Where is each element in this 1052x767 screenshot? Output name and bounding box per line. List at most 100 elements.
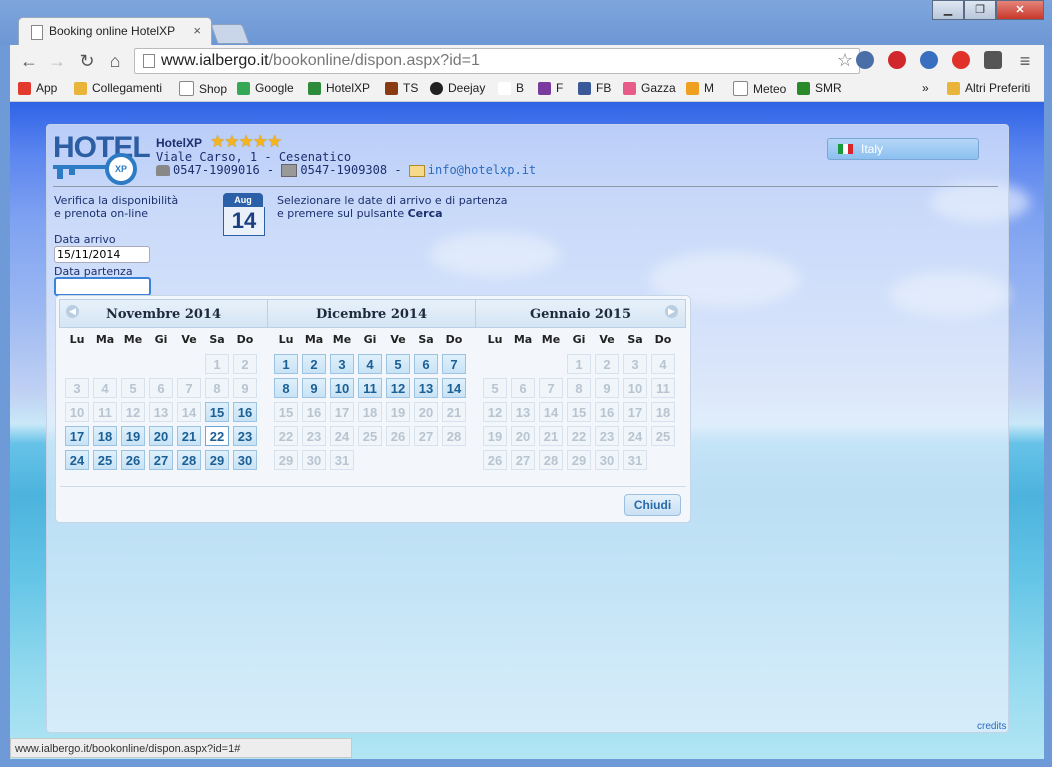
- calendar-day: 14: [539, 402, 563, 422]
- calendar-day: 18: [358, 402, 382, 422]
- calendar-day[interactable]: 25: [93, 450, 117, 470]
- calendar-day[interactable]: 3: [330, 354, 354, 374]
- credits-link[interactable]: credits: [977, 721, 1006, 732]
- bookmark-deejay[interactable]: Deejay: [430, 81, 485, 95]
- pocket-extension-icon[interactable]: [984, 51, 1002, 69]
- calendar-day[interactable]: 1: [274, 354, 298, 374]
- minimize-button[interactable]: ▁: [932, 0, 964, 20]
- bookmark-collegamenti[interactable]: Collegamenti: [74, 81, 162, 95]
- calendar-day[interactable]: 19: [121, 426, 145, 446]
- bookmark-shop[interactable]: Shop: [179, 81, 227, 96]
- calendar-day: 28: [539, 450, 563, 470]
- next-month-icon[interactable]: ▶: [665, 305, 678, 318]
- back-button[interactable]: ←: [18, 51, 40, 71]
- calendar-day[interactable]: 23: [233, 426, 257, 446]
- departure-date-input[interactable]: [54, 277, 151, 296]
- menu-icon[interactable]: ≡: [1014, 51, 1036, 71]
- bookmark-f[interactable]: F: [538, 81, 563, 95]
- instructions-line2-text: e premere sul pulsante: [277, 207, 408, 220]
- bookmark-label: Shop: [199, 81, 228, 96]
- bookmark-meteo[interactable]: Meteo: [733, 81, 786, 96]
- bookmark-star-icon[interactable]: ☆: [837, 50, 853, 71]
- separator: -: [387, 163, 409, 177]
- download-extension-icon[interactable]: [952, 51, 970, 69]
- calendar-day[interactable]: 26: [121, 450, 145, 470]
- calendar-day: 28: [442, 426, 466, 446]
- prev-month-icon[interactable]: ◀: [66, 305, 79, 318]
- calendar-day[interactable]: 5: [386, 354, 410, 374]
- calendar-day[interactable]: 20: [149, 426, 173, 446]
- maximize-button[interactable]: ❐: [964, 0, 996, 20]
- calendar-day[interactable]: 12: [386, 378, 410, 398]
- tab-close-icon[interactable]: ×: [193, 23, 201, 38]
- share-extension-icon[interactable]: [920, 51, 938, 69]
- email-link[interactable]: info@hotelxp.it: [428, 163, 536, 177]
- calendar-day[interactable]: 8: [274, 378, 298, 398]
- calendar-day[interactable]: 10: [330, 378, 354, 398]
- calendar-day[interactable]: 2: [302, 354, 326, 374]
- calendar-day[interactable]: 14: [442, 378, 466, 398]
- hotel-name: HotelXP: [156, 136, 203, 150]
- calendar-day[interactable]: 18: [93, 426, 117, 446]
- calendar-day[interactable]: 24: [65, 450, 89, 470]
- calendar-icon-day: 14: [223, 207, 265, 236]
- bookmark-fb[interactable]: FB: [578, 81, 611, 95]
- new-tab-button[interactable]: [210, 24, 250, 44]
- other-bookmarks[interactable]: Altri Preferiti: [947, 81, 1030, 95]
- calendar-day[interactable]: 17: [65, 426, 89, 446]
- calendar-day[interactable]: 29: [205, 450, 229, 470]
- bookmark-b[interactable]: B: [498, 81, 524, 95]
- stop-extension-icon[interactable]: [888, 51, 906, 69]
- bookmark-m[interactable]: M: [686, 81, 714, 95]
- calendar-day[interactable]: 16: [233, 402, 257, 422]
- weekday-header: Ma: [304, 333, 324, 346]
- close-window-button[interactable]: ✕: [996, 0, 1044, 20]
- instructions-cerca: Cerca: [407, 207, 443, 220]
- weekday-header: Ve: [390, 333, 406, 346]
- phone-number: 0547-1909016: [173, 163, 260, 177]
- close-datepicker-button[interactable]: Chiudi: [624, 494, 681, 516]
- google-drive-icon: [237, 81, 250, 95]
- bookmark-gazza[interactable]: Gazza: [623, 81, 676, 95]
- folder-icon: [947, 81, 960, 95]
- address-bar[interactable]: www.ialbergo.it/bookonline/dispon.aspx?i…: [134, 48, 860, 74]
- reload-button[interactable]: ↻: [76, 51, 98, 71]
- bookmark-app[interactable]: App: [18, 81, 57, 95]
- calendar-day: 5: [121, 378, 145, 398]
- calendar-day[interactable]: 27: [149, 450, 173, 470]
- bookmarks-more-button[interactable]: »: [922, 81, 929, 95]
- blank-icon: [498, 81, 511, 95]
- language-selector[interactable]: Italy: [827, 138, 979, 160]
- bookmark-smr[interactable]: SMR: [797, 81, 842, 95]
- hotel-logo: HOTEL: [53, 131, 151, 164]
- forward-button[interactable]: →: [46, 51, 68, 71]
- calendar-day: 24: [330, 426, 354, 446]
- calendar-day[interactable]: 13: [414, 378, 438, 398]
- calendar-day[interactable]: 7: [442, 354, 466, 374]
- url-text[interactable]: www.ialbergo.it/bookonline/dispon.aspx?i…: [161, 52, 480, 70]
- calendar-day[interactable]: 30: [233, 450, 257, 470]
- calendar-day[interactable]: 15: [205, 402, 229, 422]
- calendar-day[interactable]: 21: [177, 426, 201, 446]
- logo-key-tooth: [57, 167, 63, 179]
- calendar-day: 17: [330, 402, 354, 422]
- bookmark-ts[interactable]: TS: [385, 81, 418, 95]
- bookmark-google[interactable]: Google: [237, 81, 294, 95]
- bookmark-hotelxp[interactable]: HotelXP: [308, 81, 370, 95]
- arrival-date-input[interactable]: [54, 246, 150, 263]
- weekday-header: Me: [541, 333, 561, 346]
- calendar-day: 25: [651, 426, 675, 446]
- home-button[interactable]: ⌂: [104, 51, 126, 71]
- calendar-day: 18: [651, 402, 675, 422]
- bookmark-label: SMR: [815, 81, 842, 95]
- tab-booking[interactable]: Booking online HotelXP ×: [18, 17, 212, 46]
- calendar-day[interactable]: 4: [358, 354, 382, 374]
- calendar-day[interactable]: 9: [302, 378, 326, 398]
- calendar-day[interactable]: 22: [205, 426, 229, 446]
- calendar-day[interactable]: 11: [358, 378, 382, 398]
- logo-badge: XP: [105, 153, 137, 185]
- month-title: Dicembre 2014: [315, 307, 428, 322]
- calendar-day[interactable]: 6: [414, 354, 438, 374]
- calendar-day[interactable]: 28: [177, 450, 201, 470]
- user-extension-icon[interactable]: [856, 51, 874, 69]
